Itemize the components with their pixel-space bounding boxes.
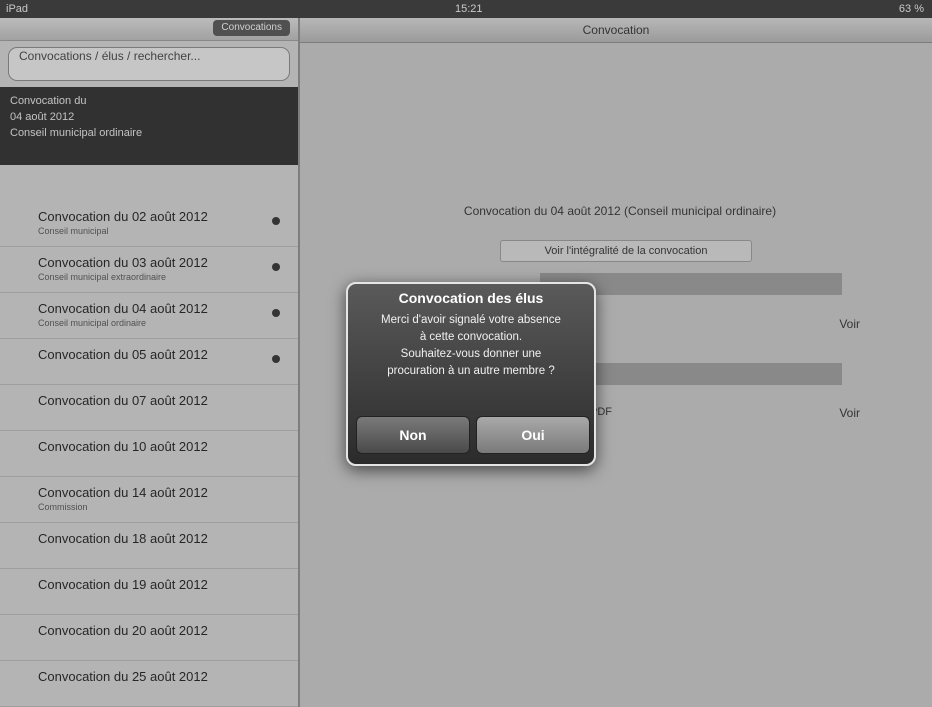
yes-button[interactable]: Oui	[476, 416, 590, 454]
alert-message-line: procuration à un autre membre ?	[387, 365, 555, 377]
no-button[interactable]: Non	[356, 416, 470, 454]
alert-message-line: Merci d'avoir signalé votre absence	[381, 314, 561, 326]
alert-message: Merci d'avoir signalé votre absence à ce…	[360, 312, 582, 380]
alert-title: Convocation des élus	[398, 290, 544, 306]
alert-message-line: Souhaitez-vous donner une	[400, 348, 542, 360]
alert-dialog: Convocation des élus Merci d'avoir signa…	[346, 282, 596, 466]
alert-message-line: à cette convocation.	[419, 331, 523, 343]
